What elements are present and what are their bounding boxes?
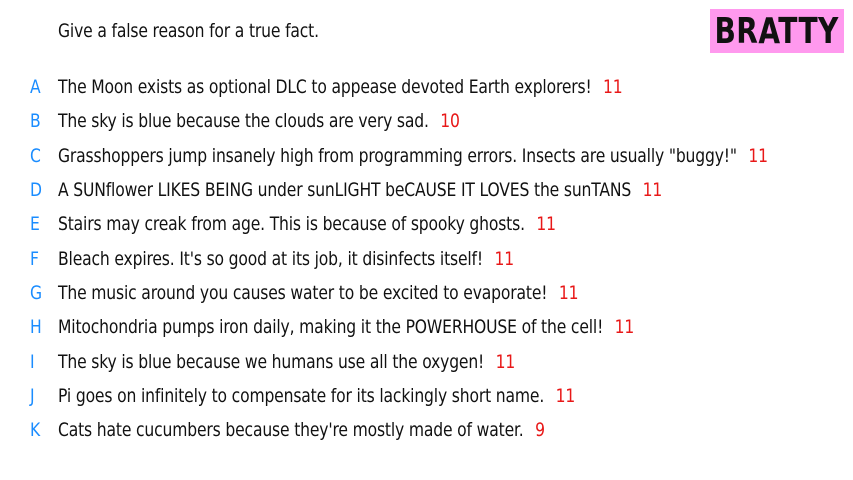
answer-list: A The Moon exists as optional DLC to app… [0, 70, 853, 447]
answer-score: 11 [642, 179, 663, 202]
answer-score: 9 [535, 419, 545, 442]
answer-letter: I [30, 350, 35, 373]
answer-text: Mitochondria pumps iron daily, making it… [58, 316, 604, 339]
answer-letter: B [30, 110, 41, 133]
answer-row: H Mitochondria pumps iron daily, making … [0, 310, 853, 344]
answer-letter: A [30, 76, 41, 99]
player-name-badge: BRATTY [710, 9, 844, 53]
answer-row: G The music around you causes water to b… [0, 276, 853, 310]
answer-row: E Stairs may creak from age. This is bec… [0, 207, 853, 241]
answer-row: C Grasshoppers jump insanely high from p… [0, 139, 853, 173]
answer-score: 11 [494, 247, 514, 270]
answer-text: Bleach expires. It's so good at its job,… [58, 247, 483, 270]
answer-row: B The sky is blue because the clouds are… [0, 104, 853, 138]
answer-score: 11 [558, 281, 579, 304]
answer-row: J Pi goes on infinitely to compensate fo… [0, 379, 853, 413]
answer-text: The sky is blue because the clouds are v… [58, 110, 429, 133]
player-name-label: BRATTY [714, 10, 840, 52]
answer-score: 11 [603, 76, 623, 99]
prompt-text: Give a false reason for a true fact. [58, 20, 319, 42]
answer-score: 10 [440, 110, 460, 133]
answer-letter: D [30, 179, 43, 202]
answer-letter: K [30, 419, 41, 442]
answer-row: K Cats hate cucumbers because they're mo… [0, 413, 853, 447]
answer-row: F Bleach expires. It's so good at its jo… [0, 241, 853, 275]
answer-row: D A SUNflower LIKES BEING under sunLIGHT… [0, 173, 853, 207]
answer-row: I The sky is blue because we humans use … [0, 344, 853, 378]
answer-score: 11 [614, 316, 635, 339]
answer-score: 11 [536, 213, 556, 236]
answer-score: 11 [495, 350, 516, 373]
answer-letter: G [30, 281, 43, 304]
answer-text: The sky is blue because we humans use al… [58, 350, 485, 373]
answer-text: The music around you causes water to be … [58, 281, 548, 304]
answer-letter: J [30, 384, 35, 407]
answer-text: The Moon exists as optional DLC to appea… [58, 76, 592, 99]
answer-text: A SUNflower LIKES BEING under sunLIGHT b… [58, 179, 632, 202]
answer-letter: H [30, 316, 42, 339]
answer-text: Pi goes on infinitely to compensate for … [58, 384, 545, 407]
answer-letter: C [30, 144, 41, 167]
answer-text: Grasshoppers jump insanely high from pro… [58, 144, 737, 167]
answer-score: 11 [748, 144, 768, 167]
answer-text: Cats hate cucumbers because they're most… [58, 419, 524, 442]
answer-text: Stairs may creak from age. This is becau… [58, 213, 525, 236]
answer-letter: E [30, 213, 40, 236]
answer-letter: F [30, 247, 39, 270]
answer-score: 11 [555, 384, 576, 407]
answer-row: A The Moon exists as optional DLC to app… [0, 70, 853, 104]
